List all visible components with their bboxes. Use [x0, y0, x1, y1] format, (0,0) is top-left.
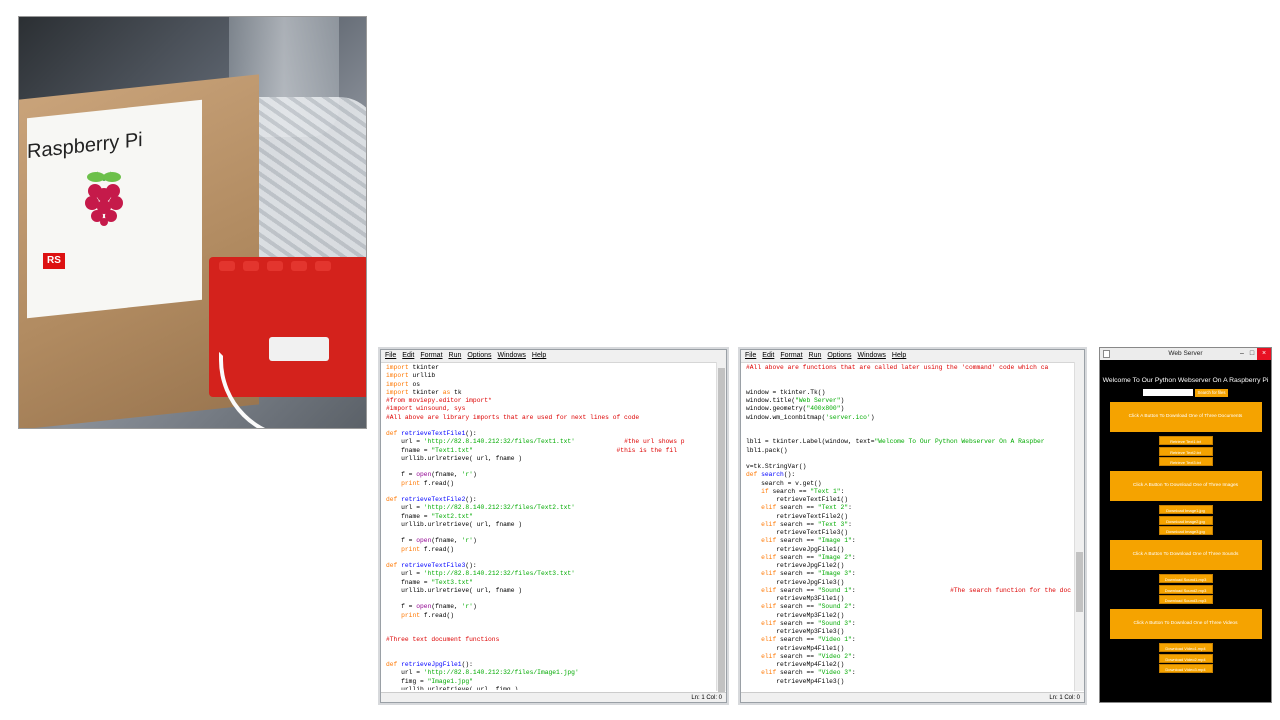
- menu-format[interactable]: Format: [420, 350, 442, 362]
- close-icon[interactable]: ×: [1257, 348, 1271, 360]
- raspberry-logo-icon: [85, 171, 123, 226]
- maximize-icon[interactable]: □: [1247, 348, 1257, 360]
- download-image1-button[interactable]: Download Image1.jpg: [1158, 505, 1213, 514]
- window-controls: – □ ×: [1237, 348, 1271, 360]
- web-server-window: Web Server – □ × Welcome To Our Python W…: [1099, 347, 1272, 703]
- menu-options[interactable]: Options: [467, 350, 491, 362]
- videos-section-button[interactable]: Click A Button To Download One of Three …: [1109, 609, 1262, 639]
- code-editor-window-1: File Edit Format Run Options Windows Hel…: [380, 349, 727, 703]
- retrieve-text3-button[interactable]: Retrieve Text3.txt: [1158, 457, 1213, 466]
- download-video1-button[interactable]: Download Video1.mp4: [1158, 643, 1213, 652]
- sounds-section-button[interactable]: Click A Button To Download One of Three …: [1109, 540, 1262, 570]
- raspberry-pi-photo: Raspberry Pi RS: [18, 16, 367, 429]
- download-video2-button[interactable]: Download Video2.mp4: [1158, 653, 1213, 663]
- menu-edit[interactable]: Edit: [762, 350, 774, 362]
- editor-menubar: File Edit Format Run Options Windows Hel…: [741, 350, 1084, 363]
- editor-scrollbar[interactable]: [716, 362, 726, 698]
- editor-menubar: File Edit Format Run Options Windows Hel…: [381, 350, 726, 363]
- search-button[interactable]: Search for files: [1195, 389, 1228, 397]
- menu-help[interactable]: Help: [532, 350, 546, 362]
- download-image3-button[interactable]: Download Image3.jpg: [1158, 526, 1213, 535]
- window-title: Web Server: [1168, 350, 1203, 357]
- download-sound2-button[interactable]: Download Sound2.mp3: [1158, 584, 1213, 594]
- search-row: Search for files: [1100, 389, 1271, 397]
- download-image2-button[interactable]: Download Image2.jpg: [1158, 515, 1213, 525]
- editor-scrollbar[interactable]: [1074, 362, 1084, 691]
- code-text-area[interactable]: import tkinter import urllib import os i…: [386, 364, 716, 690]
- code-text-area[interactable]: #All above are functions that are called…: [746, 364, 1074, 690]
- images-section-button[interactable]: Click A Button To Download One of Three …: [1109, 471, 1262, 501]
- download-sound1-button[interactable]: Download Sound1.mp3: [1158, 574, 1213, 583]
- documents-section-button[interactable]: Click A Button To Download One of Three …: [1109, 402, 1262, 432]
- editor-status-bar: Ln: 1 Col: 0: [381, 692, 726, 702]
- menu-run[interactable]: Run: [449, 350, 462, 362]
- menu-help[interactable]: Help: [892, 350, 906, 362]
- code-editor-window-2: File Edit Format Run Options Windows Hel…: [740, 349, 1085, 703]
- search-input[interactable]: [1143, 389, 1193, 396]
- editor-status-bar: Ln: 1 Col: 0: [741, 692, 1084, 702]
- menu-run[interactable]: Run: [809, 350, 822, 362]
- welcome-heading: Welcome To Our Python Webserver On A Ras…: [1102, 377, 1269, 384]
- rs-logo: RS: [43, 253, 65, 269]
- menu-options[interactable]: Options: [827, 350, 851, 362]
- menu-edit[interactable]: Edit: [402, 350, 414, 362]
- menu-format[interactable]: Format: [780, 350, 802, 362]
- menu-file[interactable]: File: [745, 350, 756, 362]
- download-video3-button[interactable]: Download Video3.mp4: [1158, 664, 1213, 673]
- window-titlebar[interactable]: Web Server – □ ×: [1100, 348, 1271, 360]
- window-app-icon: [1103, 350, 1110, 358]
- retrieve-text2-button[interactable]: Retrieve Text2.txt: [1158, 446, 1213, 456]
- minimize-icon[interactable]: –: [1237, 348, 1247, 360]
- download-sound3-button[interactable]: Download Sound3.mp3: [1158, 595, 1213, 604]
- menu-windows[interactable]: Windows: [857, 350, 885, 362]
- menu-file[interactable]: File: [385, 350, 396, 362]
- retrieve-text1-button[interactable]: Retrieve Text1.txt: [1158, 436, 1213, 445]
- menu-windows[interactable]: Windows: [497, 350, 525, 362]
